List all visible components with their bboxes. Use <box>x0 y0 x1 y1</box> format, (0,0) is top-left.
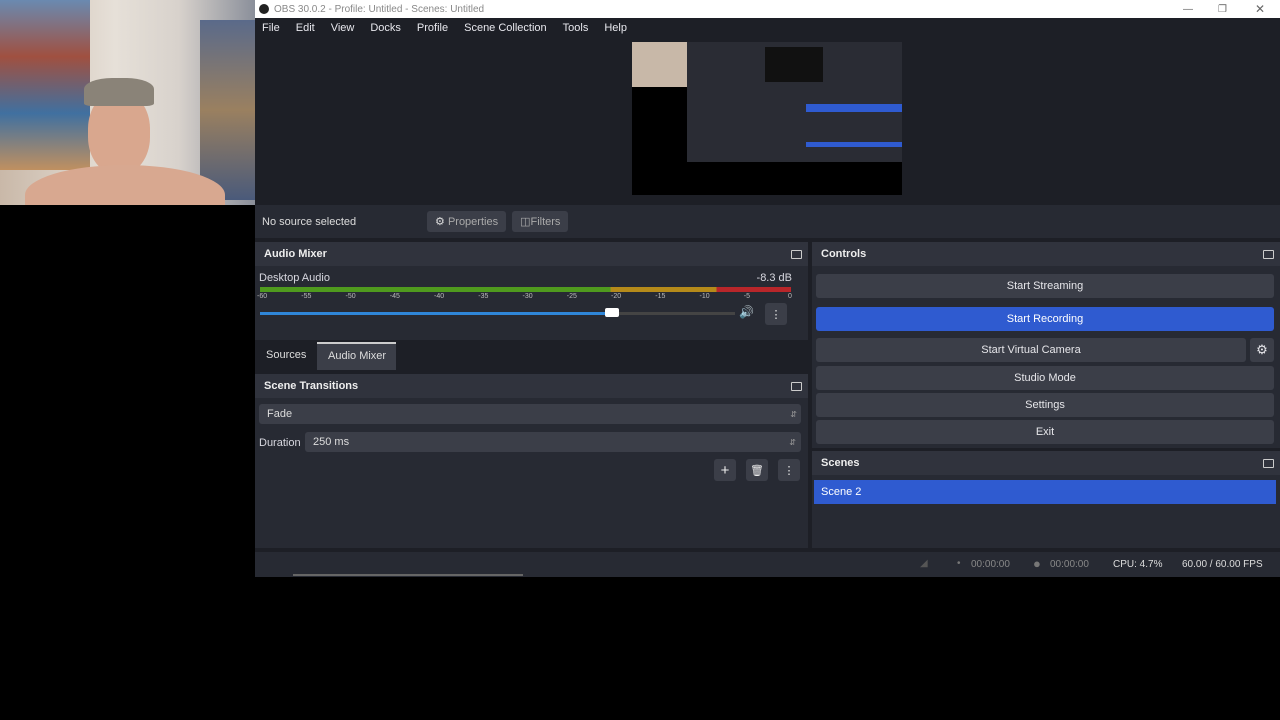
volume-meter <box>260 287 791 292</box>
status-bar: ◢ • 00:00:00 ● 00:00:00 CPU: 4.7% 60.00 … <box>255 552 1280 577</box>
record-time: 00:00:00 <box>1050 559 1089 570</box>
fps-readout: 60.00 / 60.00 FPS <box>1182 559 1263 570</box>
window-title: OBS 30.0.2 - Profile: Untitled - Scenes:… <box>274 3 485 15</box>
meter-tick: -55 <box>301 293 312 300</box>
no-source-label: No source selected <box>262 215 357 228</box>
menu-file[interactable]: File <box>262 22 280 34</box>
meter-tick: -50 <box>345 293 356 300</box>
undock-icon[interactable] <box>791 381 802 391</box>
audio-mixer-panel: Audio Mixer Desktop Audio -8.3 dB -60 -55… <box>255 242 808 340</box>
menu-docks[interactable]: Docks <box>370 22 401 34</box>
meter-ticks: -60 -55 -50 -45 -40 -35 -30 -25 -20 -15 -10 -5 0 <box>257 293 792 303</box>
meter-tick: -30 <box>522 293 533 300</box>
tab-sources[interactable]: Sources <box>266 349 306 361</box>
studio-mode-button[interactable]: Studio Mode <box>816 366 1274 390</box>
stream-time: 00:00:00 <box>971 559 1010 570</box>
meter-tick: -40 <box>434 293 445 300</box>
gear-icon: ⚙ <box>435 216 445 228</box>
volume-slider-fill <box>260 312 612 315</box>
audio-mixer-header: Audio Mixer <box>255 242 808 266</box>
meter-tick: -35 <box>478 293 489 300</box>
updown-chevron-icon: ⇵ <box>790 409 797 419</box>
trash-icon: 🗑 <box>750 464 764 477</box>
add-transition-button[interactable]: + <box>714 459 736 481</box>
meter-tick: -10 <box>699 293 710 300</box>
meter-tick: -45 <box>389 293 400 300</box>
menu-bar: File Edit View Docks Profile Scene Colle… <box>255 18 1280 38</box>
scenes-header: Scenes <box>812 451 1280 475</box>
horizontal-scrollbar[interactable] <box>293 574 523 576</box>
menu-scene-collection[interactable]: Scene Collection <box>464 22 547 34</box>
source-toolbar: No source selected ⚙ Properties ◫Filters <box>255 205 1280 238</box>
transition-select[interactable]: Fade ⇵ <box>259 404 801 424</box>
meter-tick: -25 <box>566 293 577 300</box>
settings-button[interactable]: Settings <box>816 393 1274 417</box>
channel-menu-button[interactable]: ⋮ <box>765 303 787 325</box>
meter-tick: 0 <box>788 293 792 300</box>
controls-panel: Controls Start Streaming Start Recording… <box>812 242 1280 448</box>
obs-logo-icon <box>259 4 269 14</box>
meter-tick: -15 <box>655 293 666 300</box>
scene-item[interactable]: Scene 2 <box>814 480 1276 504</box>
duration-label: Duration <box>259 437 301 449</box>
start-recording-button[interactable]: Start Recording <box>816 307 1274 331</box>
filter-icon: ◫ <box>520 216 531 228</box>
scene-transitions-header: Scene Transitions <box>255 374 808 398</box>
menu-profile[interactable]: Profile <box>417 22 448 34</box>
stream-icon: • <box>957 558 961 569</box>
menu-edit[interactable]: Edit <box>296 22 315 34</box>
exit-button[interactable]: Exit <box>816 420 1274 444</box>
filters-button[interactable]: ◫Filters <box>512 211 569 232</box>
speaker-icon[interactable]: 🔊 <box>739 305 754 319</box>
volume-slider-handle[interactable] <box>604 308 619 317</box>
tab-audio-mixer[interactable]: Audio Mixer <box>317 342 396 370</box>
undock-icon[interactable] <box>791 249 802 259</box>
close-icon[interactable]: ✕ <box>1255 2 1265 16</box>
remove-transition-button[interactable]: 🗑 <box>746 459 768 481</box>
record-icon: ● <box>1033 556 1041 571</box>
webcam-overlay <box>0 0 255 205</box>
cpu-usage: CPU: 4.7% <box>1113 559 1163 570</box>
signal-icon: ◢ <box>920 558 928 569</box>
undock-icon[interactable] <box>1263 458 1274 468</box>
meter-tick: -20 <box>611 293 622 300</box>
controls-header: Controls <box>812 242 1280 266</box>
meter-tick: -60 <box>257 293 268 300</box>
start-streaming-button[interactable]: Start Streaming <box>816 274 1274 298</box>
start-virtual-camera-button[interactable]: Start Virtual Camera <box>816 338 1246 362</box>
menu-view[interactable]: View <box>331 22 355 34</box>
dock-tabs: Sources Audio Mixer <box>255 342 808 370</box>
menu-help[interactable]: Help <box>604 22 627 34</box>
obs-window: OBS 30.0.2 - Profile: Untitled - Scenes:… <box>255 0 1280 577</box>
undock-icon[interactable] <box>1263 249 1274 259</box>
gear-icon: ⚙ <box>1256 342 1268 357</box>
preview-canvas[interactable] <box>632 42 902 195</box>
transition-menu-button[interactable]: ⋮ <box>778 459 800 481</box>
preview-area <box>255 38 1280 205</box>
scenes-panel: Scenes Scene 2 <box>812 451 1280 548</box>
restore-icon[interactable]: ❐ <box>1218 4 1227 15</box>
scene-transitions-panel: Scene Transitions Fade ⇵ Duration 250 ms ⇵… <box>255 374 808 548</box>
spinner-icon[interactable]: ⇵ <box>789 438 796 447</box>
title-bar: OBS 30.0.2 - Profile: Untitled - Scenes:… <box>255 0 1280 18</box>
duration-input[interactable]: 250 ms ⇵ <box>305 432 801 452</box>
menu-tools[interactable]: Tools <box>563 22 589 34</box>
desktop-audio-label: Desktop Audio <box>259 272 330 284</box>
meter-tick: -5 <box>743 293 750 300</box>
desktop-audio-level: -8.3 dB <box>756 272 792 284</box>
properties-button[interactable]: ⚙ Properties <box>427 211 507 232</box>
virtual-camera-settings-button[interactable]: ⚙ <box>1250 338 1274 362</box>
minimize-icon[interactable]: — <box>1183 4 1193 15</box>
